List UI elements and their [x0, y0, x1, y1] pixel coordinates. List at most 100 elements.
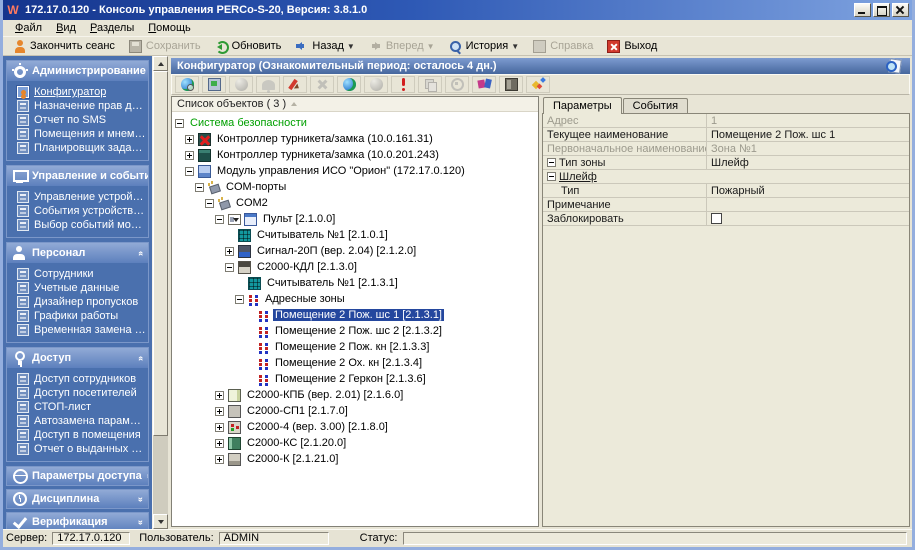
sidebar-item-temp-replace[interactable]: Временная замена учетных ...	[14, 323, 146, 337]
tree-expander-minus-icon[interactable]	[195, 183, 204, 192]
tree-expander-minus-icon[interactable]	[175, 119, 184, 128]
tree-item[interactable]: Помещение 2 Пож. шс 1 [2.1.3.1]	[172, 307, 538, 323]
tree-item-label[interactable]: С2000-4 (вер. 3.00) [2.1.8.0]	[245, 421, 390, 433]
property-value[interactable]: Помещение 2 Пож. шс 1	[706, 128, 909, 141]
tree-item-label[interactable]: Помещение 2 Ох. кн [2.1.3.4]	[273, 357, 424, 369]
tree-item[interactable]: С2000-КС [2.1.20.0]	[172, 435, 538, 451]
panel-button[interactable]	[499, 76, 523, 93]
sidebar-item-monitoring-events[interactable]: Выбор событий мониторинга	[14, 218, 146, 232]
save-button[interactable]: Сохранить	[122, 39, 208, 54]
tree-item[interactable]: Контроллер турникета/замка (10.0.161.31)	[172, 131, 538, 147]
sidebar-item-accounts[interactable]: Учетные данные	[14, 281, 146, 295]
sidebar-item-room-access[interactable]: Доступ в помещения	[14, 428, 146, 442]
section-header-verification[interactable]: Верификация»	[6, 512, 149, 529]
tree-item-label[interactable]: Считыватель №1 [2.1.3.1]	[265, 277, 400, 289]
tree-expander-minus-icon[interactable]	[235, 295, 244, 304]
property-value[interactable]: Шлейф	[706, 156, 909, 169]
sidebar-item-device-control[interactable]: Управление устройствами и...	[14, 190, 146, 204]
tree-expander-plus-icon[interactable]	[225, 247, 234, 256]
property-value[interactable]: Зона №1	[706, 142, 909, 155]
sidebar-item-schedules[interactable]: Графики работы	[14, 309, 146, 323]
sidebar-item-sms-report[interactable]: Отчет по SMS	[14, 113, 146, 127]
section-header-administration[interactable]: Администрирование»	[7, 61, 148, 81]
property-value[interactable]: Пожарный	[706, 184, 909, 197]
sidebar-item-device-events[interactable]: События устройств и дейст...	[14, 204, 146, 218]
tree-expander-minus-icon[interactable]	[225, 263, 234, 272]
tree-item-label[interactable]: Пульт [2.1.0.0]	[261, 213, 337, 225]
tree-item[interactable]: Адресные зоны	[172, 291, 538, 307]
bell-button[interactable]	[256, 76, 280, 93]
maximize-button[interactable]	[873, 3, 890, 17]
sidebar-item-auto-replace[interactable]: Автозамена параметров до...	[14, 414, 146, 428]
tree-expander-plus-icon[interactable]	[215, 391, 224, 400]
tree-item-label[interactable]: Помещение 2 Пож. шс 1 [2.1.3.1]	[273, 309, 444, 321]
menu-file[interactable]: Файл	[8, 21, 49, 35]
sidebar-scrollbar[interactable]	[152, 56, 168, 529]
pc-search-button[interactable]	[202, 76, 226, 93]
chevron-down-icon[interactable]: »	[145, 473, 149, 478]
tree-item[interactable]: Помещение 2 Пож. шс 2 [2.1.3.2]	[172, 323, 538, 339]
tree-item-label[interactable]: Помещение 2 Геркон [2.1.3.6]	[273, 373, 428, 385]
tree-item-label[interactable]: COM2	[234, 197, 270, 209]
tree-item[interactable]: С2000-СП1 [2.1.7.0]	[172, 403, 538, 419]
copy-button[interactable]	[418, 76, 442, 93]
sidebar-item-badge-designer[interactable]: Дизайнер пропусков	[14, 295, 146, 309]
tree-item[interactable]: С2000-4 (вер. 3.00) [2.1.8.0]	[172, 419, 538, 435]
blocked-checkbox[interactable]	[711, 213, 722, 224]
tree-item-label[interactable]: Адресные зоны	[263, 293, 347, 305]
tree-item[interactable]: Помещение 2 Геркон [2.1.3.6]	[172, 371, 538, 387]
section-header-control-events[interactable]: Управление и события»	[7, 166, 148, 186]
scroll-down-button[interactable]	[153, 514, 168, 529]
tab-events[interactable]: События	[623, 98, 688, 113]
globe-search-button[interactable]	[175, 76, 199, 93]
tree-item[interactable]: С2000-КДЛ [2.1.3.0]	[172, 259, 538, 275]
object-list-header[interactable]: Список объектов ( 3 )	[172, 97, 538, 112]
tree-expander-plus-icon[interactable]	[215, 423, 224, 432]
sidebar-item-scheduler[interactable]: Планировщик заданий	[14, 141, 146, 155]
tree-item-label[interactable]: COM-порты	[224, 181, 288, 193]
tree-item[interactable]: Помещение 2 Ох. кн [2.1.3.4]	[172, 355, 538, 371]
tree-item[interactable]: Контроллер турникета/замка (10.0.201.243…	[172, 147, 538, 163]
tree-item-label[interactable]: Помещение 2 Пож. кн [2.1.3.3]	[273, 341, 431, 353]
property-value[interactable]	[706, 198, 909, 211]
tree-item[interactable]: С2000-КПБ (вер. 2.01) [2.1.6.0]	[172, 387, 538, 403]
tab-parameters[interactable]: Параметры	[543, 97, 622, 114]
sidebar-item-access-rights[interactable]: Назначение прав доступа о...	[14, 99, 146, 113]
dropdown-arrow-icon[interactable]: ▼	[427, 42, 435, 51]
minimize-button[interactable]	[854, 3, 871, 17]
globe-button[interactable]	[337, 76, 361, 93]
property-value[interactable]: 1	[706, 114, 909, 127]
menu-view[interactable]: Вид	[49, 21, 83, 35]
tree-item[interactable]: Помещение 2 Пож. кн [2.1.3.3]	[172, 339, 538, 355]
sidebar-item-employees[interactable]: Сотрудники	[14, 267, 146, 281]
sidebar-item-configurator[interactable]: Конфигуратор	[14, 85, 146, 99]
end-session-button[interactable]: Закончить сеанс	[6, 39, 122, 54]
sphere-2-button[interactable]	[364, 76, 388, 93]
tree-item-label[interactable]: Контроллер турникета/замка (10.0.201.243…	[215, 149, 441, 161]
tree-expander-plus-icon[interactable]	[185, 151, 194, 160]
tree-expander-plus-icon[interactable]	[215, 455, 224, 464]
tree-item-label[interactable]: С2000-СП1 [2.1.7.0]	[245, 405, 350, 417]
menu-help[interactable]: Помощь	[141, 21, 198, 35]
chevron-down-icon[interactable]: »	[136, 496, 145, 501]
close-button[interactable]	[892, 3, 909, 17]
grid-expander-icon[interactable]	[547, 172, 556, 181]
dropdown-arrow-icon[interactable]: ▼	[347, 42, 355, 51]
tree-item[interactable]: Модуль управления ИСО "Орион" (172.17.0.…	[172, 163, 538, 179]
tree-item[interactable]: COM-порты	[172, 179, 538, 195]
tree-item-label[interactable]: С2000-КДЛ [2.1.3.0]	[255, 261, 359, 273]
tree-expander-minus-icon[interactable]	[205, 199, 214, 208]
tree-item[interactable]: COM2	[172, 195, 538, 211]
chevron-down-icon[interactable]: »	[136, 519, 145, 524]
forward-button[interactable]: Вперед▼	[362, 39, 442, 54]
tree-item[interactable]: Пульт [2.1.0.0]	[172, 211, 538, 227]
collapse-arrow-icon[interactable]	[291, 99, 297, 106]
tree-expander-plus-icon[interactable]	[215, 407, 224, 416]
document-magnifier-icon[interactable]	[884, 59, 904, 73]
sidebar-item-issued-ids[interactable]: Отчет о выданных идентиф...	[14, 442, 146, 456]
reference-button[interactable]: Справка	[526, 39, 600, 54]
history-button[interactable]: История▼	[442, 39, 527, 54]
tree-item-label[interactable]: Считыватель №1 [2.1.0.1]	[255, 229, 390, 241]
back-button[interactable]: Назад▼	[288, 39, 361, 54]
tree-expander-minus-icon[interactable]	[185, 167, 194, 176]
